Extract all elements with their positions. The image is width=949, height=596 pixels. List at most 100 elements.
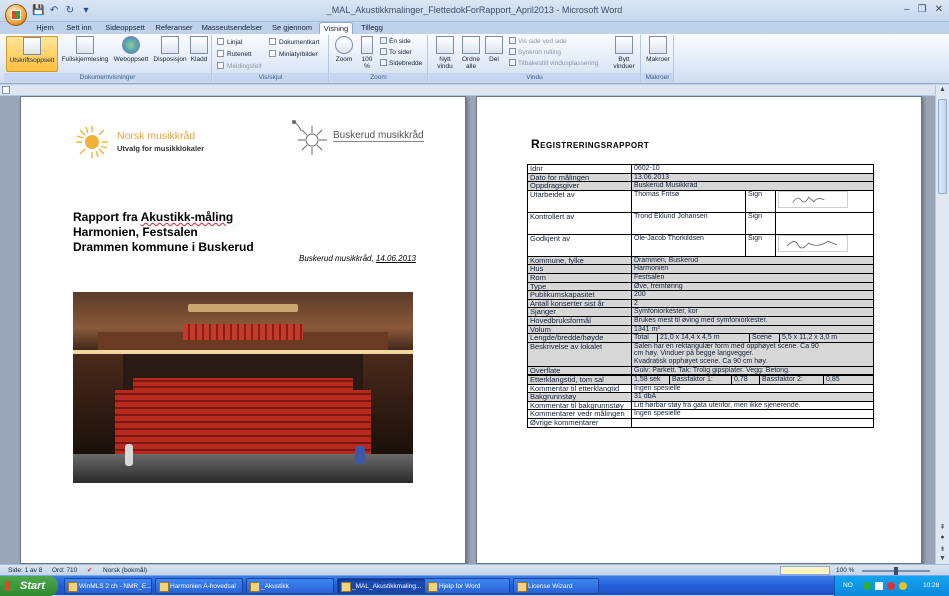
kladd-button[interactable]: Kladd	[188, 36, 210, 72]
minimize-icon[interactable]: –	[904, 4, 910, 15]
taskbar-item[interactable]: License Wizard	[513, 578, 599, 594]
tab-sideoppsett[interactable]: Sideoppsett	[101, 22, 149, 34]
table-row: Hus Harmonien	[527, 264, 874, 274]
tab-sett-inn[interactable]: Sett inn	[62, 22, 96, 34]
status-bar: Side: 1 av 8 Ord: 710 ✔ Norsk (bokmål) 1…	[0, 564, 949, 575]
row-value: Harmonien	[631, 264, 874, 274]
miniatyrbilder-checkbox[interactable]: Miniatyrbilder	[269, 50, 318, 58]
next-page-icon[interactable]: ⇟	[938, 545, 947, 553]
synkron-rulling-button[interactable]: Synkron rulling	[509, 48, 561, 56]
to-sider-button[interactable]: To sider	[380, 48, 412, 56]
fullskjermlesing-button[interactable]: Fullskjermlesing	[60, 36, 110, 72]
view-buttons[interactable]	[780, 566, 830, 575]
tab-tillegg[interactable]: Tillegg	[357, 22, 387, 34]
window-title: _MAL_Akustikkmalinger_FlettedokForRappor…	[326, 5, 623, 15]
page-1[interactable]: Norsk musikkråd Utvalg for musikklokaler…	[20, 96, 466, 564]
row-label: Kommentar til bakgrunnstøy	[527, 400, 632, 411]
magnifier-icon	[335, 36, 353, 54]
taskbar-item-active[interactable]: _MAL_Akustikkmaling...	[337, 578, 425, 594]
table-row: Kommentar til etterklangtid Ingen spesiel…	[527, 383, 874, 394]
vis-side-ved-side-button[interactable]: Vis side ved side	[509, 37, 567, 45]
group-label: Vindu	[429, 73, 640, 82]
makroer-button[interactable]: Makroer	[644, 36, 672, 72]
start-button[interactable]: Start	[0, 576, 58, 596]
tray-icon[interactable]	[899, 582, 907, 590]
row-value: 200	[631, 290, 874, 300]
linjal-checkbox[interactable]: Linjal	[217, 38, 242, 46]
ordne-alle-button[interactable]: Ordne alle	[459, 36, 483, 72]
row-label: Dato for målingen	[527, 172, 632, 183]
side-by-side-icon	[509, 37, 516, 44]
close-icon[interactable]: ✕	[935, 4, 943, 15]
switch-windows-icon	[615, 36, 633, 54]
row-label: Beskrivelse av lokalet	[527, 341, 632, 367]
taskbar-item[interactable]: Hjelp for Word	[424, 578, 510, 594]
page-100-icon	[361, 36, 373, 54]
registreringsrapport-heading: Registreringsrapport	[531, 137, 650, 151]
taskbar-item[interactable]: Harmonien A-hovedsal	[155, 578, 243, 594]
row-label: Volum	[527, 324, 632, 335]
zoom-button[interactable]: Zoom	[332, 36, 356, 72]
tray-icon[interactable]	[875, 582, 883, 590]
clock[interactable]: 10:28	[923, 576, 939, 596]
vertical-scrollbar[interactable]: ▲ ⇞ ● ⇟ ▼	[935, 85, 949, 564]
sync-scroll-icon	[509, 48, 516, 55]
zoom-slider-thumb[interactable]	[894, 567, 898, 575]
title-bar: 💾 ↶ ↻ ▾ _MAL_Akustikkmalinger_FlettedokF…	[0, 0, 949, 26]
tab-referanser[interactable]: Referanser	[153, 22, 195, 34]
row-value: Ingen spesielle	[631, 409, 874, 420]
previous-page-icon[interactable]: ⇞	[938, 523, 947, 531]
row-label: Rom	[527, 272, 632, 283]
tilbakestill-button[interactable]: Tilbakestill vindusplassering	[509, 59, 598, 67]
row-label: Hus	[527, 264, 632, 274]
row-value: 2	[631, 298, 874, 309]
web-layout-icon	[122, 36, 140, 54]
browse-object-icon[interactable]: ●	[938, 534, 947, 541]
row-value: 31 dbA	[631, 392, 874, 402]
group-label: Dokumentvisninger	[4, 73, 211, 82]
tab-masseutsendelser[interactable]: Masseutsendelser	[199, 22, 265, 34]
utskriftsoppsett-button[interactable]: Utskriftsoppsett	[6, 36, 58, 72]
tab-hjem[interactable]: Hjem	[32, 22, 58, 34]
total-value: 21,0 x 14,4 x 4,5 m	[658, 334, 750, 342]
group-vis-skjul: Linjal Rutenett Meldingsfelt Dokumentkar…	[213, 35, 329, 82]
registration-table: Idnr 0602-10 Dato for målingen 13.06.2013 …	[527, 164, 874, 428]
buskerud-musikkrad-logo-icon	[292, 120, 327, 155]
scene-label: Scene	[750, 334, 780, 342]
rutenett-checkbox[interactable]: Rutenett	[217, 50, 252, 58]
scroll-down-icon[interactable]: ▼	[938, 555, 947, 562]
split-icon	[485, 36, 503, 54]
row-value: Thomas Fritsø	[631, 189, 746, 213]
meldingsfelt-checkbox[interactable]: Meldingsfelt	[217, 62, 262, 70]
bytt-vinduer-button[interactable]: Bytt vinduer	[609, 36, 639, 72]
dokumentkart-checkbox[interactable]: Dokumentkart	[269, 38, 319, 46]
taskbar-item[interactable]: _Akustikk	[246, 578, 334, 594]
tab-visning[interactable]: Visning	[319, 22, 353, 34]
signature-image	[778, 235, 848, 252]
scene-value: 5,5 x 11,2 x 3,0 m	[782, 334, 838, 342]
zoom-100-button[interactable]: 100 %	[358, 36, 376, 72]
group-dokumentvisninger: Utskriftsoppsett Fullskjermlesing Webopp…	[4, 35, 212, 82]
title-line-3: Drammen kommune i Buskerud	[73, 240, 254, 254]
language-indicator[interactable]: NO	[843, 576, 853, 596]
full-screen-icon	[76, 36, 94, 54]
office-button[interactable]	[5, 4, 27, 26]
disposisjon-button[interactable]: Disposisjon	[152, 36, 188, 72]
scrollbar-thumb[interactable]	[938, 99, 947, 194]
concert-hall-photo	[73, 292, 413, 483]
tab-se-gjennom[interactable]: Se gjennom	[269, 22, 315, 34]
ruler-toggle[interactable]	[2, 86, 10, 94]
taskbar-item[interactable]: WinMLS 2 ch - NMR_E...	[64, 578, 152, 594]
en-side-button[interactable]: Én side	[380, 37, 411, 45]
tray-icon[interactable]	[887, 582, 895, 590]
nytt-vindu-button[interactable]: Nytt vindu	[431, 36, 459, 72]
row-label: Publikumskapasitet	[527, 290, 632, 300]
del-button[interactable]: Del	[483, 36, 505, 72]
page-2[interactable]: Registreringsrapport Idnr 0602-10 Dato fo…	[476, 96, 922, 564]
tray-icon[interactable]	[863, 582, 871, 590]
sidebredde-button[interactable]: Sidebredde	[380, 59, 422, 67]
weboppsett-button[interactable]: Weboppsett	[112, 36, 150, 72]
group-label: Zoom	[330, 73, 427, 82]
maximize-icon[interactable]: ❐	[918, 4, 927, 15]
scroll-up-icon[interactable]: ▲	[938, 86, 947, 93]
